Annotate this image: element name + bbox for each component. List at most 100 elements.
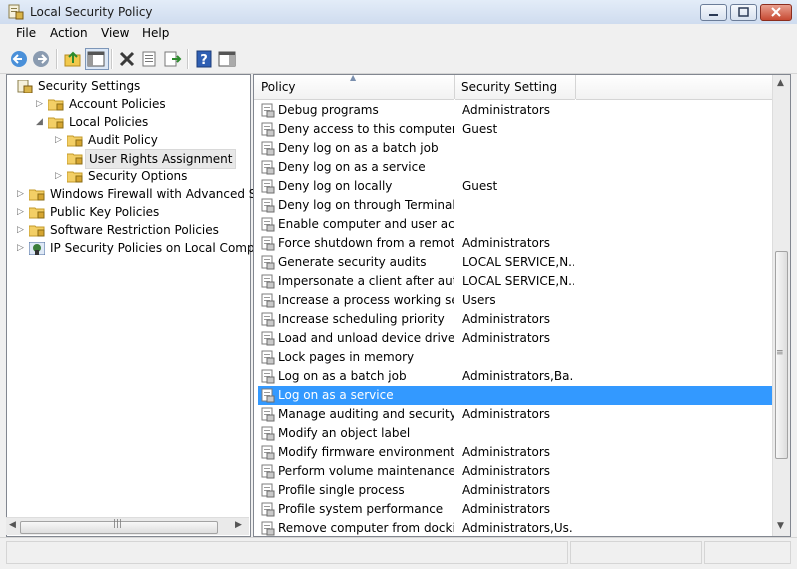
policy-row[interactable]: Perform volume maintenance t... Administr… [258, 462, 775, 481]
tree-scroll-thumb[interactable]: ||| [20, 519, 218, 534]
policy-name: Force shutdown from a remote ... [278, 236, 454, 250]
scroll-left-icon[interactable]: ◀ [9, 520, 16, 530]
policy-row[interactable]: Deny log on locally Guest [258, 177, 775, 196]
tree-item-label: Public Key Policies [50, 205, 160, 219]
tree-item[interactable]: ▷ Audit Policy [55, 131, 242, 149]
grip-icon: ||| [113, 519, 123, 529]
policy-setting: Guest [462, 122, 498, 136]
policy-row[interactable]: Enable computer and user acco... [258, 215, 775, 234]
local-security-policy-window: Local Security Policy File Action View H… [0, 0, 797, 569]
policy-row[interactable]: Force shutdown from a remote ... Administ… [258, 234, 775, 253]
tree-item[interactable]: ▷ Windows Firewall with Advanced Secu [17, 185, 278, 203]
up-folder-icon[interactable] [63, 49, 83, 69]
column-header-policy[interactable]: Policy ▲ [254, 73, 454, 100]
menu-help[interactable]: Help [142, 26, 169, 40]
policy-row[interactable]: Deny log on through Terminal ... [258, 196, 775, 215]
status-bar [0, 537, 797, 569]
policy-row[interactable]: Lock pages in memory [258, 348, 775, 367]
menu-file[interactable]: File [16, 26, 36, 40]
scroll-down-icon[interactable]: ▼ [777, 521, 784, 531]
tree-item-label: IP Security Policies on Local Compute [50, 241, 275, 255]
policy-setting: Administrators [462, 464, 551, 478]
scroll-up-icon[interactable]: ▲ [777, 78, 784, 88]
expand-icon[interactable]: ▷ [36, 95, 46, 113]
close-button[interactable] [760, 4, 792, 21]
tree-horizontal-scrollbar[interactable]: ◀ ||| ▶ [6, 517, 249, 535]
policy-row[interactable]: Deny log on as a batch job [258, 139, 775, 158]
title-bar[interactable]: Local Security Policy [0, 0, 797, 25]
svg-text:?: ? [200, 53, 208, 68]
collapse-icon[interactable]: ◢ [36, 113, 46, 131]
show-hide-tree-icon [87, 51, 105, 67]
policy-row[interactable]: Remove computer from dockin... Administra… [258, 519, 775, 538]
expand-icon[interactable]: ▷ [17, 239, 27, 257]
folder-icon [67, 171, 83, 183]
tree-item[interactable]: ▷ Software Restriction Policies [17, 221, 242, 239]
policy-row[interactable]: Log on as a batch job Administrators,Ba..… [258, 367, 775, 386]
maximize-button[interactable] [730, 4, 757, 21]
policy-icon [261, 236, 275, 251]
policy-icon [261, 198, 275, 213]
toolbar-separator [187, 49, 189, 69]
expand-icon[interactable]: ▷ [55, 167, 65, 185]
back-arrow-icon[interactable] [9, 49, 29, 69]
security-policy-app-icon [8, 4, 24, 20]
policy-row[interactable]: Deny log on as a service [258, 158, 775, 177]
forward-arrow-icon[interactable] [31, 49, 51, 69]
expand-icon[interactable]: ▷ [17, 203, 27, 221]
policy-row[interactable]: Debug programs Administrators [258, 101, 775, 120]
policy-row[interactable]: Profile single process Administrators [258, 481, 775, 500]
tree-item-label: Software Restriction Policies [50, 223, 219, 237]
policy-row[interactable]: Modify an object label [258, 424, 775, 443]
show-hide-tree-button[interactable] [85, 48, 109, 70]
scroll-right-icon[interactable]: ▶ [235, 520, 242, 530]
expand-icon[interactable]: ▷ [55, 131, 65, 149]
tree-item[interactable]: Security Settings [17, 77, 242, 95]
policy-setting: Administrators [462, 236, 551, 250]
list-vertical-scrollbar[interactable]: ▲ ≡ ▼ [772, 75, 790, 536]
folder-icon [67, 153, 83, 165]
policy-icon [261, 179, 275, 194]
folder-icon [48, 117, 64, 129]
policy-row[interactable]: Profile system performance Administrators [258, 500, 775, 519]
tree-pane[interactable]: Security Settings ▷ Account Policies ◢ Local… [6, 74, 278, 537]
menu-action[interactable]: Action [50, 26, 88, 40]
details-pane-icon[interactable] [217, 49, 237, 69]
export-list-icon[interactable] [162, 49, 182, 69]
tree-item[interactable]: ◢ Local Policies [36, 113, 242, 131]
policy-row[interactable]: Increase scheduling priority Administrato… [258, 310, 775, 329]
policy-row[interactable]: Generate security audits LOCAL SERVICE,N.… [258, 253, 775, 272]
policy-name: Modify firmware environment ... [278, 445, 454, 459]
expand-icon[interactable]: ▷ [17, 221, 27, 239]
policy-row[interactable]: Deny access to this computer fr... Guest [258, 120, 775, 139]
tree-item[interactable]: ▷ Security Options [55, 167, 242, 185]
policy-name: Perform volume maintenance t... [278, 464, 454, 478]
list-scroll-thumb[interactable]: ≡ [775, 251, 788, 459]
tree-item[interactable]: User Rights Assignment [55, 149, 242, 169]
policy-row[interactable]: Load and unload device drivers Administra… [258, 329, 775, 348]
policy-icon [261, 464, 275, 479]
tree-item-label: Account Policies [69, 97, 166, 111]
policy-row[interactable]: Manage auditing and security l... Adminis… [258, 405, 775, 424]
policy-row[interactable]: Increase a process working set Users [258, 291, 775, 310]
folder-icon [67, 135, 83, 147]
delete-icon[interactable] [117, 49, 137, 69]
policy-icon [261, 445, 275, 460]
tree-item[interactable]: ▷ Public Key Policies [17, 203, 242, 221]
tree-item[interactable]: ▷ Account Policies [36, 95, 242, 113]
policy-row[interactable]: Log on as a service [258, 386, 775, 405]
menu-view[interactable]: View [101, 26, 129, 40]
properties-icon[interactable] [139, 49, 159, 69]
column-header-setting[interactable]: Security Setting [455, 75, 575, 100]
tree-item[interactable]: ▷ IP Security Policies on Local Compute [17, 239, 274, 257]
policy-row[interactable]: Modify firmware environment ... Administr… [258, 443, 775, 462]
help-icon[interactable]: ? [194, 49, 214, 69]
policy-setting: Administrators [462, 312, 551, 326]
minimize-button[interactable] [700, 4, 727, 21]
column-header-policy-label: Policy [261, 80, 296, 94]
expand-icon[interactable]: ▷ [17, 185, 27, 203]
policy-row[interactable]: Impersonate a client after authe... LOCAL… [258, 272, 775, 291]
policy-name: Increase a process working set [278, 293, 454, 307]
tree-item-label: Security Options [88, 169, 188, 183]
policy-setting: Users [462, 293, 496, 307]
